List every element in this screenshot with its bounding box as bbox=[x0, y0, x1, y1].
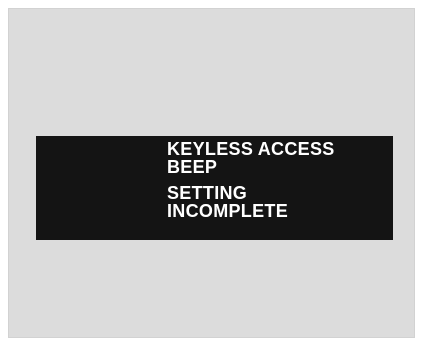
message-text: KEYLESS ACCESS BEEP SETTING INCOMPLETE bbox=[167, 140, 335, 220]
info-display: KEYLESS ACCESS BEEP SETTING INCOMPLETE bbox=[36, 136, 393, 240]
title-line-2: BEEP bbox=[167, 157, 218, 177]
status-line-1: SETTING bbox=[167, 183, 248, 203]
screen-frame: KEYLESS ACCESS BEEP SETTING INCOMPLETE bbox=[8, 8, 415, 338]
status-line-2: INCOMPLETE bbox=[167, 201, 289, 221]
title-line-1: KEYLESS ACCESS bbox=[167, 139, 335, 159]
